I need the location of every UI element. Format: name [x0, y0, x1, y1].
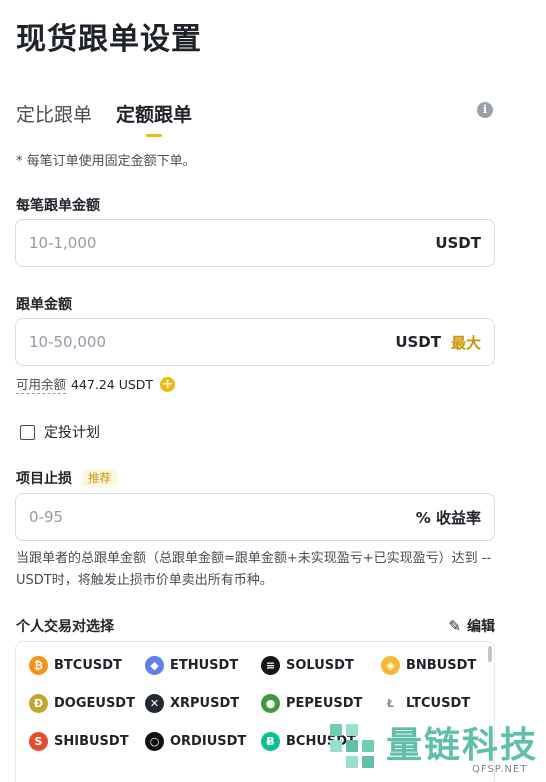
xrp-icon: ✕ [145, 694, 164, 713]
watermark-logo-icon [330, 724, 374, 768]
mode-note: * 每笔订单使用固定金额下单。 [16, 154, 196, 169]
ordi-icon: ○ [145, 732, 164, 751]
pair-symbol: SHIBUSDT [54, 734, 129, 749]
mode-tabs: 定比跟单 定额跟单 [16, 100, 192, 137]
pair-symbol: DOGEUSDT [54, 696, 135, 711]
per-order-unit: USDT [435, 234, 481, 252]
available-balance: 可用余额 447.24 USDT + [16, 374, 176, 394]
watermark-text: 量链科技 [386, 725, 539, 766]
ltc-icon: Ł [381, 694, 400, 713]
pair-symbol: LTCUSDT [406, 696, 471, 711]
pair-symbol: ETHUSDT [170, 658, 239, 673]
dca-plan-checkbox[interactable] [20, 424, 35, 440]
total-amount-input[interactable] [29, 333, 396, 351]
dca-plan-option[interactable]: 定投计划 [20, 422, 100, 442]
sol-icon: ≡ [261, 656, 280, 675]
tab-fixed-amount-copy[interactable]: 定额跟单 [116, 100, 192, 137]
stop-loss-description: 当跟单者的总跟单金额（总跟单金额=跟单金额+未实现盈亏+已实现盈亏）达到 -- … [16, 551, 492, 588]
total-amount-label: 跟单金额 [16, 297, 72, 313]
stop-loss-header: 项目止损 推荐 [16, 468, 117, 488]
dca-plan-label: 定投计划 [44, 425, 100, 441]
per-order-amount-field: USDT [15, 219, 495, 267]
max-button[interactable]: 最大 [451, 332, 481, 353]
pair-item[interactable]: ◆ ETHUSDT [145, 656, 261, 675]
edit-pairs-button[interactable]: ✎ 编辑 [448, 616, 495, 636]
pair-symbol: BNBUSDT [406, 658, 477, 673]
recommended-badge: 推荐 [82, 469, 117, 487]
pair-item[interactable]: ≡ SOLUSDT [261, 656, 381, 675]
pair-item[interactable]: Ł LTCUSDT [381, 694, 494, 713]
stop-loss-input[interactable] [29, 508, 416, 526]
pair-item[interactable]: Ð DOGEUSDT [29, 694, 145, 713]
tab-ratio-copy[interactable]: 定比跟单 [16, 100, 92, 137]
pencil-icon: ✎ [448, 617, 461, 635]
watermark: 量链科技 QFSP.NET [326, 716, 546, 782]
pair-item[interactable]: ◈ BNBUSDT [381, 656, 494, 675]
pepe-icon: ● [261, 694, 280, 713]
stop-loss-unit: % 收益率 [415, 508, 481, 527]
per-order-amount-input[interactable] [29, 234, 436, 252]
pair-symbol: SOLUSDT [286, 658, 354, 673]
bch-icon: Ƀ [261, 732, 280, 751]
watermark-subtext: QFSP.NET [472, 764, 528, 775]
stop-loss-label: 项目止损 [16, 471, 72, 487]
page-title: 现货跟单设置 [16, 22, 202, 57]
btc-icon: ₿ [29, 656, 48, 675]
available-balance-label[interactable]: 可用余额 [16, 374, 67, 394]
pair-item[interactable]: ₿ BTCUSDT [29, 656, 145, 675]
pair-item[interactable]: S SHIBUSDT [29, 732, 145, 751]
edit-label: 编辑 [467, 619, 495, 635]
pair-symbol: BTCUSDT [54, 658, 122, 673]
shib-icon: S [29, 732, 48, 751]
pairs-label: 个人交易对选择 [16, 619, 114, 635]
plus-circle-icon[interactable]: + [160, 376, 176, 392]
pair-symbol: ORDIUSDT [170, 734, 247, 749]
pair-item[interactable]: ○ ORDIUSDT [145, 732, 261, 751]
doge-icon: Ð [29, 694, 48, 713]
per-order-amount-label: 每笔跟单金额 [16, 198, 100, 214]
pair-item[interactable]: ✕ XRPUSDT [145, 694, 261, 713]
eth-icon: ◆ [145, 656, 164, 675]
pair-symbol: XRPUSDT [170, 696, 240, 711]
available-balance-value: 447.24 USDT [71, 376, 154, 392]
info-icon[interactable]: i [477, 102, 493, 118]
pairs-header: 个人交易对选择 ✎ 编辑 [16, 616, 495, 636]
stop-loss-field: % 收益率 [15, 493, 495, 541]
total-amount-field: USDT 最大 [15, 318, 495, 366]
bnb-icon: ◈ [381, 656, 400, 675]
pair-symbol: PEPEUSDT [286, 696, 363, 711]
total-unit: USDT [395, 333, 441, 351]
pair-item[interactable]: ● PEPEUSDT [261, 694, 381, 713]
